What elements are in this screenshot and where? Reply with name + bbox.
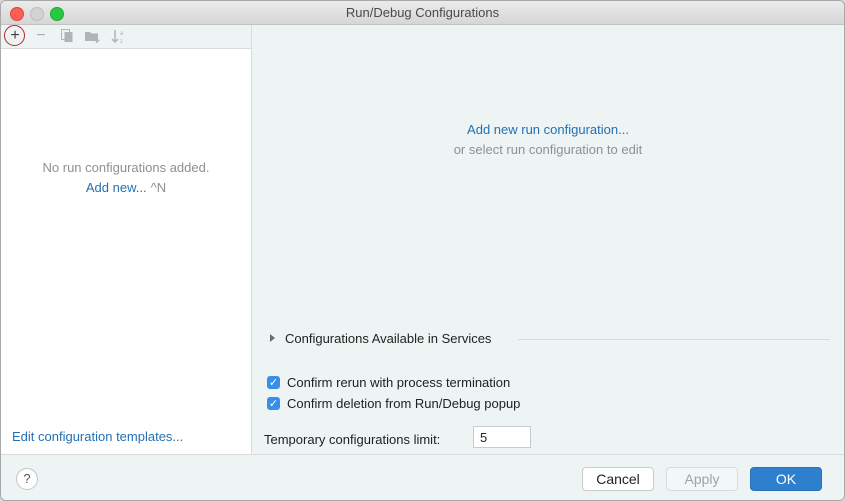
- question-mark-icon: ?: [23, 471, 31, 486]
- add-configuration-button[interactable]: +: [4, 25, 26, 46]
- add-new-link[interactable]: Add new...: [86, 180, 147, 195]
- help-button[interactable]: ?: [16, 468, 38, 490]
- confirm-rerun-checkbox[interactable]: ✓: [267, 376, 280, 389]
- minus-icon: −: [36, 27, 46, 44]
- expand-triangle-icon: [270, 334, 275, 342]
- confirm-deletion-checkbox-row[interactable]: ✓ Confirm deletion from Run/Debug popup: [267, 395, 520, 412]
- empty-list-message: No run configurations added.: [42, 160, 210, 175]
- remove-configuration-button[interactable]: −: [30, 26, 52, 46]
- confirm-rerun-label: Confirm rerun with process termination: [287, 375, 511, 390]
- select-configuration-hint: or select run configuration to edit: [453, 142, 643, 157]
- temporary-limit-label: Temporary configurations limit:: [264, 432, 441, 447]
- new-folder-button[interactable]: [82, 26, 104, 46]
- center-message-link-row: Add new run configuration...: [252, 122, 844, 137]
- services-section-toggle[interactable]: Configurations Available in Services: [270, 331, 830, 349]
- svg-text:a: a: [120, 31, 124, 37]
- copy-configuration-button[interactable]: [56, 26, 78, 46]
- configuration-details-panel: Add new run configuration... or select r…: [252, 25, 844, 454]
- confirm-rerun-checkbox-row[interactable]: ✓ Confirm rerun with process termination: [267, 374, 510, 391]
- copy-icon: [60, 29, 72, 42]
- section-divider: [518, 339, 830, 340]
- temporary-limit-input[interactable]: 5: [473, 426, 531, 448]
- plus-icon: +: [10, 27, 20, 44]
- add-new-shortcut: ^N: [150, 180, 167, 195]
- confirm-deletion-label: Confirm deletion from Run/Debug popup: [287, 396, 521, 411]
- add-new-row: Add new... ^N: [1, 180, 251, 195]
- sort-alphabetically-icon: az: [111, 29, 124, 44]
- apply-button[interactable]: Apply: [666, 467, 738, 491]
- svg-text:z: z: [120, 39, 123, 44]
- add-new-run-configuration-link[interactable]: Add new run configuration...: [467, 122, 629, 137]
- configurations-toolbar: + − az: [1, 25, 251, 49]
- folder-add-icon: [85, 31, 100, 43]
- configurations-list-panel: + − az No run configurations added. Add …: [1, 25, 252, 454]
- ok-button[interactable]: OK: [750, 467, 822, 491]
- confirm-deletion-checkbox[interactable]: ✓: [267, 397, 280, 410]
- run-debug-configurations-dialog: Run/Debug Configurations + − az No run c…: [0, 0, 845, 501]
- cancel-button[interactable]: Cancel: [582, 467, 654, 491]
- window-title: Run/Debug Configurations: [345, 5, 500, 20]
- title-bar: Run/Debug Configurations: [1, 1, 844, 25]
- sort-configurations-button[interactable]: az: [108, 26, 130, 46]
- edit-configuration-templates-link[interactable]: Edit configuration templates...: [12, 429, 183, 444]
- dialog-footer: ? Cancel Apply OK: [1, 454, 844, 500]
- services-section-label: Configurations Available in Services: [285, 331, 492, 346]
